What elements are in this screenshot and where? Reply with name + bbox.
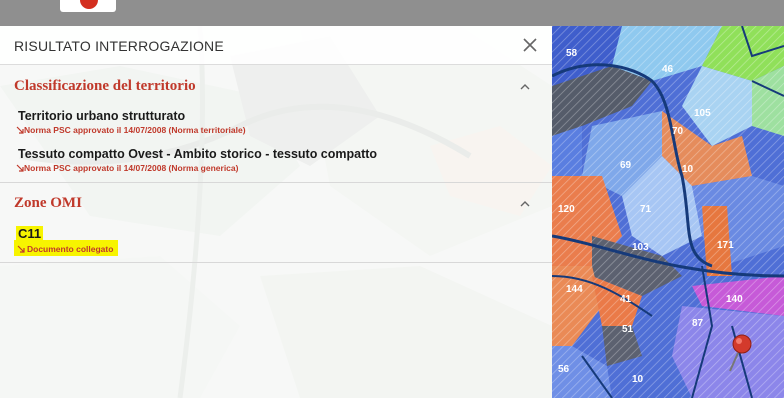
section-divider xyxy=(0,262,552,263)
map-label: 171 xyxy=(717,240,734,251)
section-divider xyxy=(0,182,552,183)
arrow-down-right-icon xyxy=(16,164,24,172)
map-label: 69 xyxy=(620,160,632,171)
panel-header: RISULTATO INTERROGAZIONE xyxy=(0,26,552,65)
map-label: 10 xyxy=(632,374,644,385)
map-canvas[interactable]: 58 46 105 70 69 10 71 120 103 171 144 41… xyxy=(552,26,784,398)
close-icon[interactable] xyxy=(520,35,540,55)
document-link[interactable]: Norma PSC approvato il 14/07/2008 (Norma… xyxy=(24,163,238,173)
map-label: 103 xyxy=(632,242,649,253)
section-title-classificazione[interactable]: Classificazione del territorio xyxy=(14,78,196,95)
query-result-panel: RISULTATO INTERROGAZIONE Classificazione… xyxy=(0,26,552,398)
arrow-down-right-icon xyxy=(17,245,25,253)
map-label: 58 xyxy=(566,48,578,59)
linked-document-link[interactable]: Documento collegato xyxy=(27,244,113,254)
map-label: 87 xyxy=(692,318,704,329)
map-label: 70 xyxy=(672,126,684,137)
zone-code: C11 xyxy=(16,226,44,241)
map-label: 41 xyxy=(620,294,632,305)
map-label: 120 xyxy=(558,204,575,215)
map-label: 51 xyxy=(622,324,634,335)
map-label: 105 xyxy=(694,108,711,119)
panel-content: RISULTATO INTERROGAZIONE Classificazione… xyxy=(0,26,552,398)
map-label: 10 xyxy=(682,164,694,175)
section-title-zone-omi[interactable]: Zone OMI xyxy=(14,195,82,212)
map-label: 56 xyxy=(558,364,570,375)
map-label: 46 xyxy=(662,64,674,75)
item-title-territorio: Territorio urbano strutturato xyxy=(18,109,186,123)
top-bar xyxy=(0,0,784,26)
panel-title: RISULTATO INTERROGAZIONE xyxy=(14,38,224,54)
arrow-down-right-icon xyxy=(16,126,24,134)
chevron-up-icon[interactable] xyxy=(518,82,532,92)
map-label: 140 xyxy=(726,294,743,305)
app-logo[interactable] xyxy=(60,0,116,12)
logo-mark xyxy=(80,0,98,9)
item-title-tessuto: Tessuto compatto Ovest - Ambito storico … xyxy=(18,147,378,161)
map-view[interactable]: 58 46 105 70 69 10 71 120 103 171 144 41… xyxy=(552,26,784,398)
document-link[interactable]: Norma PSC approvato il 14/07/2008 (Norma… xyxy=(24,125,246,135)
chevron-up-icon[interactable] xyxy=(518,199,532,209)
map-label: 144 xyxy=(566,284,583,295)
map-label: 71 xyxy=(640,204,652,215)
